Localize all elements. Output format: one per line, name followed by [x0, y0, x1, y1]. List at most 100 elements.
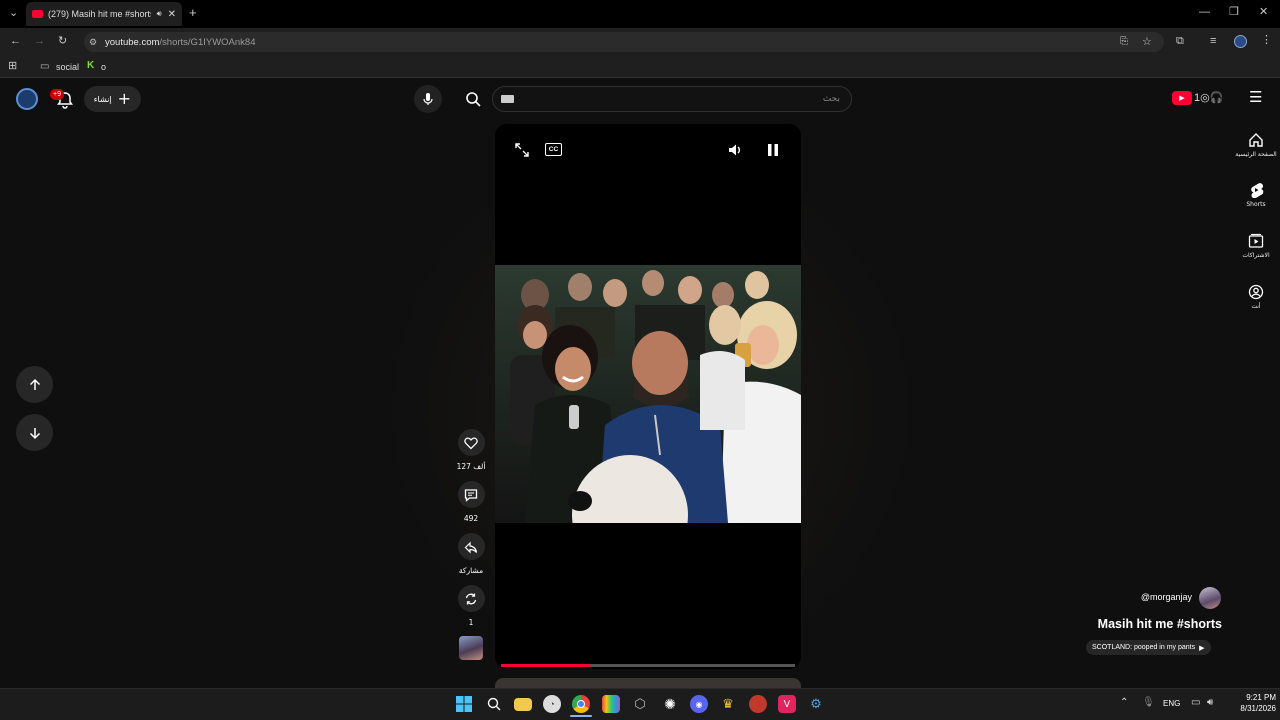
comment-action[interactable]: 492 [456, 481, 486, 523]
tray-chevron-icon[interactable]: ⌃ [1120, 697, 1128, 708]
rail-home[interactable]: الصفحة الرئيسية [1235, 132, 1277, 158]
youtube-doodle-icon: 1◎🎧 [1194, 92, 1224, 104]
sound-title: SCOTLAND: pooped in my pants [1092, 644, 1196, 651]
clock-time: 9:21 PM [1246, 693, 1276, 702]
bookmark-o[interactable]: o [101, 62, 106, 72]
expand-icon [515, 143, 529, 157]
rail-subscriptions[interactable]: الاشتراكات [1236, 233, 1276, 259]
fullscreen-button[interactable] [514, 142, 530, 158]
settings-cube-icon[interactable]: ⬡ [631, 695, 649, 713]
account-avatar[interactable] [16, 88, 38, 110]
search-input[interactable] [500, 90, 840, 108]
shorts-icon [1251, 183, 1264, 198]
like-action[interactable]: 127 ألف [456, 429, 486, 471]
pause-button[interactable] [766, 142, 780, 158]
system-clock[interactable]: 9:21 PM 8/31/2026 [1218, 692, 1276, 714]
install-app-icon[interactable]: ⎘ [1120, 36, 1128, 47]
apps-grid-icon[interactable]: ⊞ [8, 61, 17, 72]
play-triangle-icon: ▶ [1199, 644, 1205, 652]
remix-count: 1 [468, 618, 474, 627]
tab-audio-icon[interactable]: 🔊︎ [157, 9, 162, 19]
shorts-player[interactable]: CC [495, 124, 801, 669]
discord-icon[interactable]: ◉ [690, 695, 708, 713]
youtube-logo-icon[interactable]: ▶ [1172, 91, 1192, 105]
speaker-icon[interactable]: 🔊︎ [1207, 697, 1213, 708]
sound-chip[interactable]: SCOTLAND: pooped in my pants ▶ [1086, 640, 1211, 655]
window-close-icon[interactable]: ✕ [1259, 7, 1268, 18]
video-progress-bar[interactable] [501, 664, 795, 667]
heart-icon [464, 437, 478, 449]
taskbar-search-icon[interactable] [485, 695, 503, 713]
remix-button[interactable] [457, 585, 485, 612]
steam-icon[interactable]: ⚙ [807, 695, 825, 713]
next-short-button[interactable] [16, 414, 53, 451]
tab-close-icon[interactable]: ✕ [168, 9, 176, 20]
share-label: مشاركة [458, 566, 484, 575]
create-button[interactable]: إنشاء + [84, 86, 141, 112]
active-app-indicator [570, 715, 592, 717]
remix-action[interactable]: 1 [456, 585, 486, 627]
tray-mic-icon[interactable]: 🎙︎ [1142, 697, 1155, 708]
file-explorer-icon[interactable] [514, 698, 532, 711]
volume-button[interactable] [727, 142, 743, 158]
address-bar[interactable]: ⚙ youtube.com/shorts/G1IYWOAnk84 ⎘ ☆ [84, 32, 1164, 52]
profile-avatar[interactable] [1234, 35, 1247, 48]
bookmark-social[interactable]: social [56, 62, 79, 72]
vivaldi-icon[interactable]: V [778, 695, 796, 713]
chatgpt-icon[interactable]: ✺ [661, 695, 679, 713]
video-title[interactable]: Masih hit me #shorts [1040, 617, 1222, 631]
guide-menu-icon[interactable]: ☰ [1249, 90, 1262, 105]
extensions-icon[interactable]: ⧉ [1176, 36, 1184, 47]
captions-cc-icon[interactable]: CC [545, 143, 562, 156]
url-path: /shorts/G1IYWOAnk84 [159, 36, 256, 48]
channel-handle[interactable]: @morganjay [1100, 592, 1192, 602]
voice-search-button[interactable] [414, 85, 442, 113]
volume-icon [729, 144, 740, 156]
bookmark-star-icon[interactable]: ☆ [1142, 35, 1152, 48]
search-icon [466, 92, 481, 107]
site-info-icon[interactable]: ⚙ [89, 37, 97, 48]
video-frame [495, 265, 801, 523]
notification-badge: +9 [50, 89, 64, 100]
search-button[interactable] [459, 85, 487, 113]
red-app-icon[interactable] [749, 695, 767, 713]
clock-app-icon[interactable]: ◔ [543, 695, 561, 713]
browser-tab[interactable]: (279) Masih hit me #shorts 🔊︎ ✕ [26, 2, 182, 26]
forward-icon[interactable]: → [34, 36, 45, 47]
share-action[interactable]: مشاركة [456, 533, 486, 575]
maximize-icon[interactable]: ❐ [1229, 7, 1239, 18]
channel-avatar[interactable] [1199, 587, 1221, 609]
chrome-icon[interactable] [572, 695, 590, 713]
color-app-icon[interactable] [602, 695, 620, 713]
url-host: youtube.com [105, 36, 160, 48]
back-icon[interactable]: ← [10, 36, 21, 47]
game-app-icon[interactable]: ♛ [719, 695, 737, 713]
microphone-icon [423, 93, 433, 105]
video-progress-fill [501, 664, 590, 667]
browser-menu-icon[interactable]: ⋮ [1261, 35, 1272, 46]
like-button[interactable] [457, 429, 485, 456]
sound-thumbnail[interactable] [459, 636, 483, 660]
rail-you[interactable]: أنت [1236, 284, 1276, 310]
network-icon[interactable]: ▭ [1191, 697, 1200, 708]
tab-search-chevron-icon[interactable]: ⌄ [9, 8, 18, 19]
media-control-icon[interactable]: ≡ [1210, 36, 1216, 47]
new-tab-icon[interactable]: + [189, 6, 197, 19]
youtube-favicon-icon [32, 10, 43, 18]
next-short-preview[interactable] [495, 678, 801, 688]
minimize-icon[interactable]: — [1199, 7, 1210, 18]
share-button[interactable] [457, 533, 485, 560]
reload-icon[interactable]: ↻ [58, 36, 67, 47]
bookmarks-bar: ⊞ ▭ social K o [0, 56, 1280, 78]
remix-icon [465, 593, 477, 604]
clock-date: 8/31/2026 [1240, 704, 1276, 713]
comments-button[interactable] [457, 481, 485, 508]
rail-home-label: الصفحة الرئيسية [1235, 151, 1277, 158]
arrow-down-icon [29, 427, 40, 439]
create-label: إنشاء [93, 94, 112, 104]
language-indicator[interactable]: ENG [1163, 699, 1180, 708]
rail-shorts[interactable]: Shorts [1236, 182, 1276, 208]
previous-short-button[interactable] [16, 366, 53, 403]
windows-start-icon[interactable] [455, 695, 473, 713]
folder-icon: ▭ [40, 61, 50, 72]
